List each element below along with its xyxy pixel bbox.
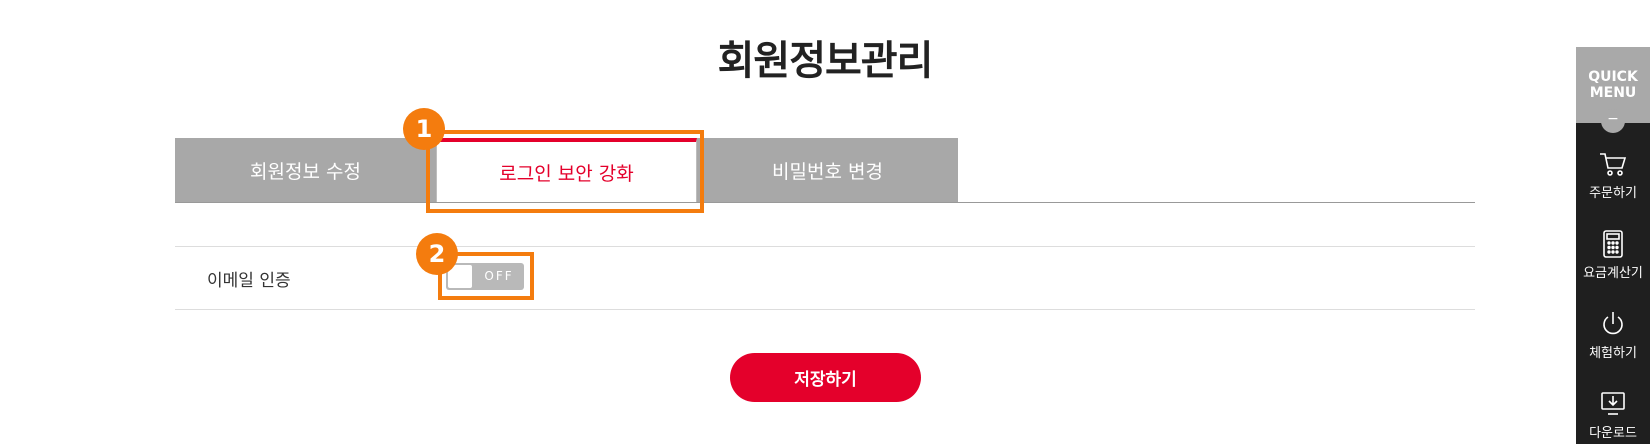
- cart-icon: [1600, 153, 1627, 176]
- quick-menu: QUICK MENU − 주문하기 요금계산기 체험하기 다운로드: [1576, 47, 1650, 444]
- tab-member-info-edit[interactable]: 회원정보 수정: [175, 138, 436, 203]
- tab-password-change[interactable]: 비밀번호 변경: [697, 138, 958, 203]
- quick-menu-item-label: 요금계산기: [1583, 266, 1643, 281]
- quick-menu-title-line2: MENU: [1589, 85, 1637, 101]
- page-title: 회원정보관리: [717, 38, 934, 84]
- quick-menu-item-order[interactable]: 주문하기: [1576, 150, 1650, 220]
- calculator-icon: [1603, 230, 1623, 258]
- email-auth-label: 이메일 인증: [207, 271, 291, 291]
- quick-menu-item-download[interactable]: 다운로드: [1576, 390, 1650, 444]
- tab-underline: [175, 202, 1475, 203]
- download-icon: [1601, 392, 1625, 415]
- quick-menu-item-label: 다운로드: [1589, 426, 1637, 441]
- step-badge-2: 2: [416, 233, 458, 275]
- row-divider-top: [175, 246, 1475, 247]
- quick-menu-item-trial[interactable]: 체험하기: [1576, 310, 1650, 380]
- save-button[interactable]: 저장하기: [730, 353, 921, 402]
- quick-menu-item-label: 체험하기: [1589, 346, 1637, 361]
- power-icon: [1603, 312, 1623, 335]
- quick-menu-item-label: 주문하기: [1589, 186, 1637, 201]
- row-divider-bottom: [175, 309, 1475, 310]
- highlight-box-tab: [426, 130, 704, 213]
- quick-menu-title-line1: QUICK: [1588, 69, 1638, 85]
- step-badge-1: 1: [403, 108, 445, 150]
- quick-menu-collapse-button[interactable]: −: [1601, 109, 1625, 133]
- quick-menu-item-calculator[interactable]: 요금계산기: [1576, 230, 1650, 300]
